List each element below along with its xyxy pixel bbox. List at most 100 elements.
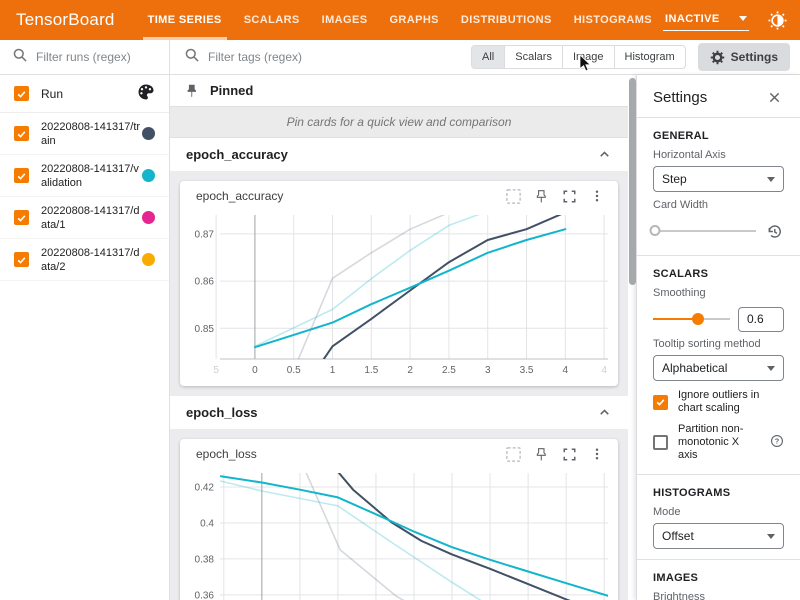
run-label: 20220808-141317/validation	[41, 162, 142, 190]
top-bar-actions: INACTIVE	[663, 7, 800, 33]
run-checkbox-data-2[interactable]	[14, 252, 29, 267]
scalar-card-epoch-loss: epoch_loss	[180, 439, 618, 600]
scalar-card-epoch-accuracy: epoch_accuracy	[180, 181, 618, 386]
smoothing-slider[interactable]	[653, 312, 730, 326]
filter-image-button[interactable]: Image	[562, 46, 614, 68]
card-width-slider[interactable]	[653, 224, 756, 238]
fullscreen-icon[interactable]	[556, 184, 582, 208]
tag-toolbar: All Scalars Image Histogram	[170, 40, 800, 75]
run-filter-input[interactable]	[36, 50, 157, 64]
settings-section-histograms: HISTOGRAMS Mode Offset	[637, 475, 800, 559]
search-icon	[184, 47, 200, 68]
fullscreen-icon[interactable]	[556, 442, 582, 466]
settings-section-images: IMAGES Brightness Co	[637, 560, 800, 600]
help-icon[interactable]: ?	[770, 434, 784, 451]
brightness-toggle-icon[interactable]	[764, 7, 790, 33]
pin-card-icon[interactable]	[528, 184, 554, 208]
reset-icon[interactable]	[764, 221, 784, 241]
pin-icon	[184, 83, 200, 99]
run-color-dot	[142, 253, 155, 266]
tab-distributions[interactable]: DISTRIBUTIONS	[450, 0, 563, 40]
filter-scalars-button[interactable]: Scalars	[504, 46, 562, 68]
runs-sidebar: Run 20220808-141317/train	[0, 40, 170, 600]
ignore-outliers-checkbox[interactable]	[653, 395, 668, 410]
refresh-icon[interactable]	[796, 7, 800, 33]
close-icon[interactable]	[764, 87, 784, 107]
epoch-loss-chart[interactable]: 0.420.40.380.360.3400.511.522.533.54	[180, 469, 616, 600]
histogram-mode-label: Mode	[653, 506, 784, 518]
tooltip-sort-select[interactable]: Alphabetical	[653, 355, 784, 381]
images-heading: IMAGES	[653, 572, 784, 584]
fit-domain-icon[interactable]	[500, 442, 526, 466]
horizontal-axis-select[interactable]: Step	[653, 166, 784, 192]
chevron-up-icon[interactable]	[597, 147, 612, 162]
tab-histograms[interactable]: HISTOGRAMS	[563, 0, 663, 40]
run-checkbox-data-1[interactable]	[14, 210, 29, 225]
select-all-runs-checkbox[interactable]	[14, 86, 29, 101]
reload-status-dropdown[interactable]: INACTIVE	[663, 10, 749, 31]
scrollbar-thumb[interactable]	[629, 78, 636, 285]
settings-panel-title: Settings	[653, 89, 707, 106]
card-width-label: Card Width	[653, 199, 784, 211]
card-title: epoch_loss	[196, 447, 500, 461]
partition-x-axis-checkbox[interactable]	[653, 435, 668, 450]
cards-scroll-area: Pinned Pin cards for a quick view and co…	[170, 75, 628, 600]
settings-panel: Settings GENERAL Horizontal Axis Step	[636, 75, 800, 600]
tab-images[interactable]: IMAGES	[311, 0, 379, 40]
smoothing-label: Smoothing	[653, 287, 784, 299]
filter-histogram-button[interactable]: Histogram	[614, 46, 685, 68]
general-heading: GENERAL	[653, 130, 784, 142]
tooltip-sort-value: Alphabetical	[662, 361, 727, 375]
tab-graphs[interactable]: GRAPHS	[378, 0, 449, 40]
horizontal-axis-value: Step	[662, 172, 687, 186]
settings-button-label: Settings	[731, 50, 778, 64]
tab-time-series[interactable]: TIME SERIES	[137, 0, 233, 40]
section-title: epoch_accuracy	[186, 147, 288, 162]
app-logo: TensorBoard	[0, 10, 137, 30]
tab-scalars[interactable]: SCALARS	[233, 0, 311, 40]
pin-card-icon[interactable]	[528, 442, 554, 466]
tag-filter-input[interactable]	[208, 50, 463, 64]
run-label: 20220808-141317/train	[41, 120, 142, 148]
section-title: epoch_loss	[186, 405, 258, 420]
fit-domain-icon[interactable]	[500, 184, 526, 208]
svg-text:1: 1	[330, 365, 336, 376]
run-checkbox-validation[interactable]	[14, 168, 29, 183]
pinned-title: Pinned	[210, 83, 253, 98]
settings-button[interactable]: Settings	[698, 43, 790, 71]
svg-text:0.5: 0.5	[287, 365, 301, 376]
filter-all-button[interactable]: All	[472, 46, 504, 68]
chevron-down-icon	[767, 534, 775, 539]
svg-text:3.5: 3.5	[520, 365, 534, 376]
run-row-data-2[interactable]: 20220808-141317/data/2	[0, 239, 169, 281]
histogram-mode-select[interactable]: Offset	[653, 523, 784, 549]
run-filter-row	[0, 40, 169, 75]
svg-text:4: 4	[601, 365, 607, 376]
slider-knob[interactable]	[692, 313, 704, 325]
section-header-epoch-loss[interactable]: epoch_loss	[170, 396, 628, 429]
section-header-epoch-accuracy[interactable]: epoch_accuracy	[170, 138, 628, 171]
svg-text:0.4: 0.4	[200, 518, 214, 529]
ignore-outliers-label: Ignore outliers in chart scaling	[678, 389, 784, 415]
plugin-type-filter-group: All Scalars Image Histogram	[471, 45, 686, 69]
more-options-icon[interactable]	[584, 442, 610, 466]
more-options-icon[interactable]	[584, 184, 610, 208]
smoothing-input[interactable]	[738, 307, 784, 332]
histograms-heading: HISTOGRAMS	[653, 487, 784, 499]
palette-icon[interactable]	[137, 83, 155, 104]
svg-text:0.85: 0.85	[195, 324, 215, 335]
epoch-accuracy-chart[interactable]: 0.850.860.87500.511.522.533.544	[180, 211, 616, 386]
svg-text:0.42: 0.42	[195, 483, 215, 494]
card-area-epoch-accuracy: epoch_accuracy	[170, 171, 628, 396]
vertical-scrollbar[interactable]	[628, 75, 636, 600]
run-row-train[interactable]: 20220808-141317/train	[0, 113, 169, 155]
chevron-down-icon	[767, 366, 775, 371]
run-row-validation[interactable]: 20220808-141317/validation	[0, 155, 169, 197]
pinned-section-header[interactable]: Pinned	[170, 75, 628, 106]
chevron-up-icon[interactable]	[597, 405, 612, 420]
run-color-dot	[142, 169, 155, 182]
svg-text:0.38: 0.38	[195, 554, 215, 565]
run-checkbox-train[interactable]	[14, 126, 29, 141]
slider-knob[interactable]	[650, 225, 661, 236]
run-row-data-1[interactable]: 20220808-141317/data/1	[0, 197, 169, 239]
